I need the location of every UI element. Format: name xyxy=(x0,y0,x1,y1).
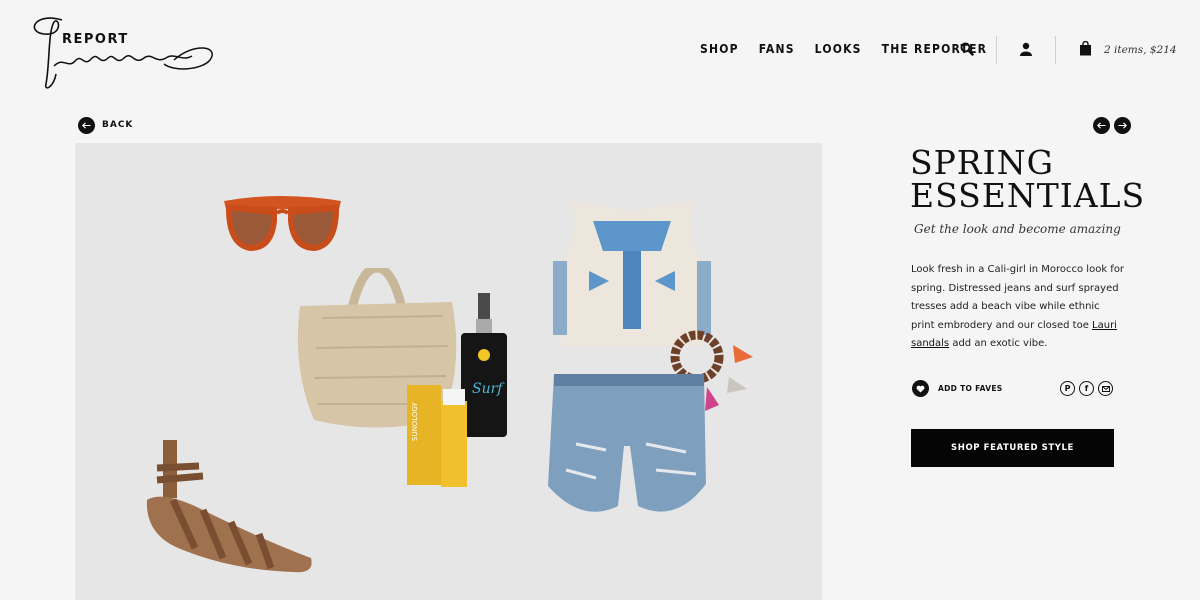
nav-fans[interactable]: FANS xyxy=(759,42,795,56)
back-label[interactable]: BACK xyxy=(102,120,133,130)
embroidered-crop-top-product[interactable] xyxy=(553,201,711,346)
heart-icon xyxy=(916,385,925,393)
email-icon[interactable] xyxy=(1098,381,1113,396)
add-to-faves-label[interactable]: ADD TO FAVES xyxy=(938,384,1002,393)
look-image-panel: Surf SUNOLOGY xyxy=(75,143,822,600)
search-icon[interactable] xyxy=(960,42,976,58)
arrow-left-icon xyxy=(82,122,91,129)
signature-script-mark xyxy=(33,17,213,89)
shopping-bag-icon[interactable] xyxy=(1079,40,1095,57)
nav-looks[interactable]: LOOKS xyxy=(815,42,862,56)
main-nav: SHOP FANS LOOKS THE REPORTER xyxy=(700,42,987,56)
nav-shop[interactable]: SHOP xyxy=(700,42,739,56)
closed-toe-sandal-product[interactable] xyxy=(143,440,318,578)
user-icon[interactable] xyxy=(1019,42,1035,58)
look-subtitle: Get the look and become amazing xyxy=(914,222,1121,236)
look-description: Look fresh in a Cali-girl in Morocco loo… xyxy=(911,261,1125,354)
back-button[interactable] xyxy=(78,117,95,134)
site-logo[interactable]: REPORT xyxy=(24,12,224,94)
prev-look-button[interactable] xyxy=(1093,117,1110,134)
look-title-line-1: SPRING xyxy=(910,143,1054,182)
sunscreen-product[interactable]: SUNOLOGY xyxy=(407,381,477,489)
look-title: SPRING ESSENTIALS xyxy=(910,146,1170,212)
look-title-line-2: ESSENTIALS xyxy=(910,176,1146,215)
arrow-left-icon xyxy=(1097,122,1106,129)
description-text-end: add an exotic vibe. xyxy=(949,338,1048,349)
shop-featured-style-button[interactable]: SHOP FEATURED STYLE xyxy=(911,429,1114,467)
header-divider xyxy=(996,36,997,64)
add-to-faves-button[interactable] xyxy=(912,380,929,397)
arrow-right-icon xyxy=(1118,122,1127,129)
pinterest-icon[interactable]: P xyxy=(1060,381,1075,396)
facebook-icon[interactable]: f xyxy=(1079,381,1094,396)
distressed-denim-shorts-product[interactable] xyxy=(546,374,712,526)
logo-report-text: REPORT xyxy=(62,32,129,47)
sunglasses-product[interactable] xyxy=(220,191,345,261)
cart-summary[interactable]: 2 items, $214 xyxy=(1104,44,1177,56)
header-divider xyxy=(1055,36,1056,64)
svg-text:SUNOLOGY: SUNOLOGY xyxy=(411,401,419,441)
next-look-button[interactable] xyxy=(1114,117,1131,134)
